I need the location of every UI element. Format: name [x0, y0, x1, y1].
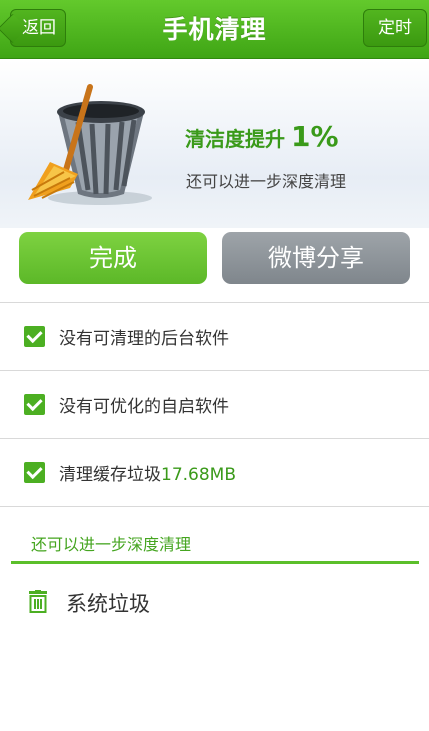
- result-text: 没有可优化的自启软件: [59, 397, 229, 417]
- result-row: 清理缓存垃圾17.68MB: [0, 439, 429, 506]
- checkmark-icon: [24, 462, 45, 483]
- score-label: 清洁度提升: [185, 127, 285, 151]
- deep-clean-section-title: 还可以进一步深度清理: [31, 535, 192, 554]
- result-row: 没有可优化的自启软件: [0, 371, 429, 438]
- done-button[interactable]: 完成: [19, 232, 207, 284]
- system-junk-item[interactable]: 系统垃圾: [66, 588, 150, 618]
- result-text: 没有可清理的后台软件: [59, 329, 229, 349]
- section-underline: [11, 561, 419, 564]
- result-label: 清理缓存垃圾: [59, 465, 161, 485]
- divider: [0, 506, 429, 507]
- result-text: 清理缓存垃圾17.68MB: [59, 460, 236, 485]
- top-bar: 返回 手机清理 定时: [0, 0, 429, 59]
- cache-size: 17.68MB: [161, 465, 236, 485]
- score-value: 1%: [291, 120, 339, 153]
- cleanliness-score: 清洁度提升 1%: [185, 120, 339, 153]
- timer-button[interactable]: 定时: [363, 9, 427, 47]
- deep-clean-hint: 还可以进一步深度清理: [186, 172, 347, 191]
- broom-trash-icon: [28, 84, 152, 205]
- trash-icon: [29, 590, 47, 613]
- clean-result-panel: 清洁度提升 1% 还可以进一步深度清理: [0, 60, 429, 228]
- weibo-share-button[interactable]: 微博分享: [222, 232, 410, 284]
- checkmark-icon: [24, 326, 45, 347]
- result-row: 没有可清理的后台软件: [0, 303, 429, 370]
- checkmark-icon: [24, 394, 45, 415]
